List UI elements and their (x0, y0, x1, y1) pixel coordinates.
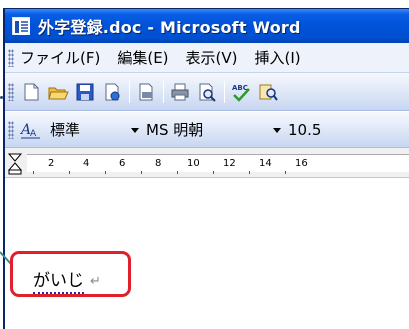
toolbar-separator (129, 80, 130, 103)
ruler-tick (141, 171, 142, 174)
toolbar-separator (224, 80, 225, 103)
toolbar-separator (163, 80, 164, 103)
menu-edit[interactable]: 編集(E) (117, 47, 168, 68)
ruler-tick (69, 171, 70, 174)
chevron-down-icon[interactable] (270, 123, 284, 137)
permission-icon[interactable] (101, 81, 123, 103)
new-document-icon[interactable] (20, 81, 42, 103)
ruler-label: 14 (259, 158, 272, 169)
save-icon[interactable] (74, 81, 96, 103)
ruler-label: 12 (223, 158, 236, 169)
ruler-label: 8 (155, 158, 162, 169)
ruler-tick (105, 171, 106, 174)
ruler-label: 16 (295, 158, 308, 169)
menu-bar: ファイル(F) 編集(E) 表示(V) 挿入(I) (5, 43, 409, 73)
ruler-tick (177, 171, 178, 174)
red-highlight-box (10, 251, 131, 297)
title-bar: 外字登録.doc - Microsoft Word (5, 9, 409, 43)
print-icon[interactable] (169, 81, 191, 103)
ruler-label: 2 (48, 158, 55, 169)
styles-and-formatting-icon[interactable]: AA (19, 119, 42, 141)
chevron-down-icon[interactable] (128, 123, 142, 137)
ruler-tick (33, 171, 34, 174)
ruler-label: 6 (119, 158, 126, 169)
formatting-toolbar: AA 標準 MS 明朝 10.5 (5, 112, 409, 148)
ruler-label: 10 (187, 158, 200, 169)
zoom-preview-icon[interactable] (196, 81, 218, 103)
font-combo[interactable]: MS 明朝 (146, 119, 256, 140)
style-combo[interactable]: 標準 (50, 119, 112, 140)
horizontal-ruler[interactable]: 2 4 6 8 10 12 14 16 (5, 148, 409, 178)
print-preview-icon[interactable] (135, 81, 157, 103)
open-folder-icon[interactable] (47, 81, 69, 103)
ruler-tick (285, 171, 286, 174)
spelling-icon[interactable]: ABC (230, 81, 252, 103)
menu-insert[interactable]: 挿入(I) (255, 47, 301, 68)
ruler-tick (249, 171, 250, 174)
research-icon[interactable] (257, 81, 279, 103)
ruler-label: 4 (83, 158, 90, 169)
svg-text:ABC: ABC (232, 84, 248, 92)
menu-view[interactable]: 表示(V) (186, 47, 238, 68)
window-title: 外字登録.doc - Microsoft Word (38, 18, 301, 37)
ruler-tick (213, 171, 214, 174)
font-size-combo[interactable]: 10.5 (288, 121, 321, 139)
standard-toolbar: ABC (5, 73, 409, 111)
menu-file[interactable]: ファイル(F) (20, 47, 100, 68)
